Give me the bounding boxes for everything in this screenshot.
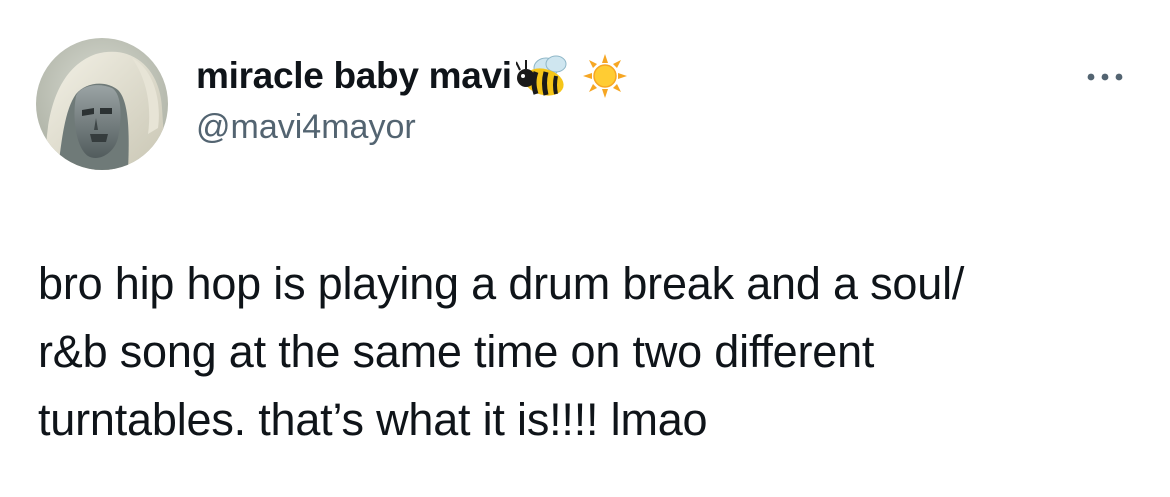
avatar[interactable] <box>36 38 168 170</box>
tweet-text: bro hip hop is playing a drum break and … <box>38 250 1138 454</box>
more-options-button[interactable] <box>1080 62 1130 92</box>
tweet-text-line: turntables. that’s what it is!!!! lmao <box>38 394 708 445</box>
author-name-row: miracle baby mavi <box>196 52 628 100</box>
more-horizontal-icon <box>1087 73 1123 81</box>
tweet-card: miracle baby mavi @mavi4mayor bro hip ho… <box>0 0 1170 497</box>
author-handle[interactable]: @mavi4mayor <box>196 108 416 147</box>
sun-emoji-icon <box>582 53 628 99</box>
tweet-text-line: r&b song at the same time on two differe… <box>38 326 875 377</box>
masked-figure-avatar-icon <box>36 38 168 170</box>
bee-emoji-icon <box>515 52 572 100</box>
author-display-name[interactable]: miracle baby mavi <box>196 55 512 97</box>
tweet-text-line: bro hip hop is playing a drum break and … <box>38 258 965 309</box>
